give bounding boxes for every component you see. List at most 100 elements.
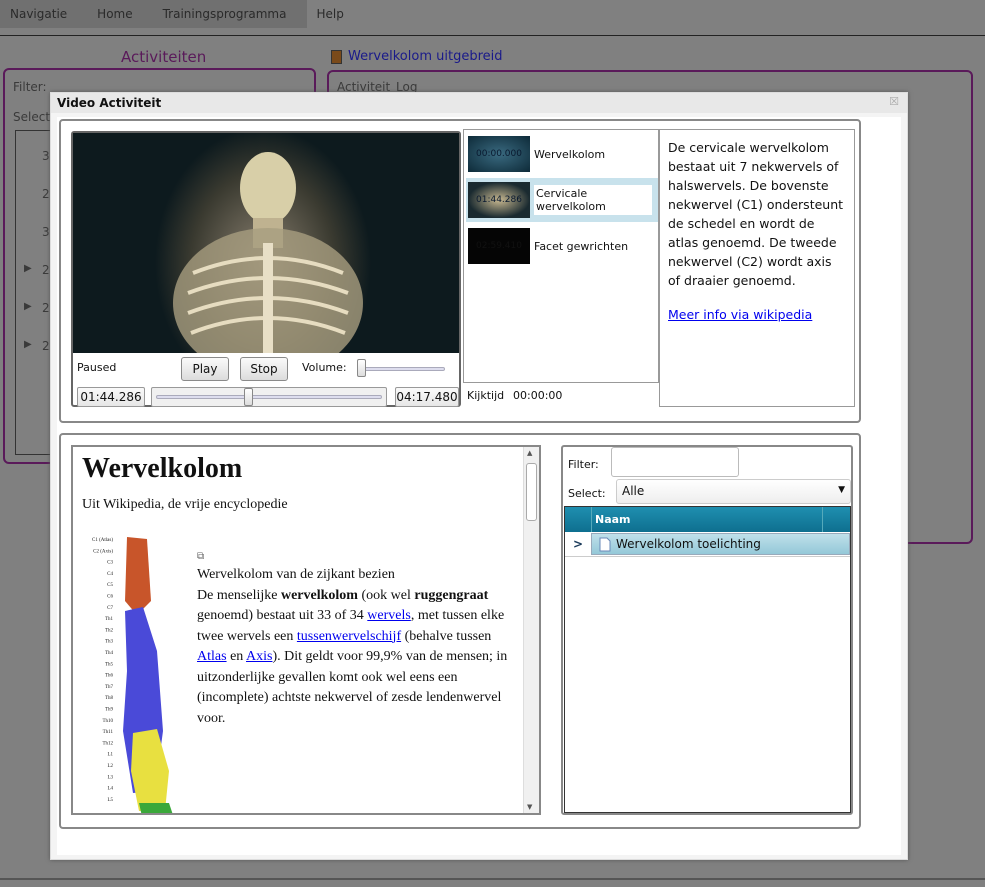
- stop-button[interactable]: Stop: [240, 357, 288, 381]
- document-icon: [599, 537, 611, 551]
- volume-slider[interactable]: [357, 367, 445, 371]
- position-display: 01:44.286: [77, 387, 145, 407]
- video-player: Paused Play Stop Volume: 01:44.286 04:17…: [71, 131, 461, 407]
- wiki-scrollbar[interactable]: ▲ ▼: [523, 447, 539, 813]
- document-name: Wervelkolom toelichting: [616, 537, 761, 551]
- info-panel: Wervelkolom Uit Wikipedia, de vrije ency…: [59, 433, 861, 829]
- docs-filter-input[interactable]: [611, 447, 739, 477]
- spine-label: Th5: [105, 662, 114, 667]
- spine-label: Th6: [105, 674, 114, 679]
- select-value: Alle: [622, 484, 645, 498]
- scroll-up-icon[interactable]: ▲: [527, 449, 532, 457]
- film-icon: [331, 50, 342, 64]
- chapter-label: Facet gewrichten: [534, 239, 629, 253]
- description-box: De cervicale wervelkolom bestaat uit 7 n…: [659, 129, 855, 407]
- spine-label: C7: [107, 606, 113, 611]
- spine-label: Th11: [103, 730, 114, 735]
- table-row[interactable]: > Wervelkolom toelichting: [565, 532, 850, 557]
- activities-title: Activiteiten: [121, 48, 207, 66]
- wikipedia-link[interactable]: Meer info via wikipedia: [668, 305, 846, 324]
- spine-label: L2: [107, 764, 113, 769]
- spine-label: C2 (Axis): [93, 549, 113, 554]
- scrollbar-thumb[interactable]: [526, 463, 537, 521]
- chapter-list: 00:00.000 Wervelkolom 01:44.286 Cervical…: [463, 129, 659, 383]
- column-naam[interactable]: Naam: [591, 507, 823, 532]
- spine-label: L5: [107, 798, 113, 803]
- spine-label: Th9: [105, 708, 114, 713]
- watch-time-value: 00:00:00: [513, 389, 563, 402]
- menu-help[interactable]: Help: [306, 7, 353, 21]
- video-panel: Paused Play Stop Volume: 01:44.286 04:17…: [59, 119, 861, 423]
- player-status: Paused: [77, 361, 117, 374]
- expand-icon[interactable]: ▶: [24, 263, 32, 274]
- spine-label: C1 (Atlas): [92, 538, 113, 543]
- image-caption: Wervelkolom van de zijkant bezien: [197, 567, 395, 582]
- scroll-down-icon[interactable]: ▼: [527, 803, 532, 811]
- spine-label: Th2: [105, 628, 114, 633]
- docs-filter-label: Filter:: [568, 458, 599, 471]
- divider: [0, 878, 985, 880]
- video-activity-dialog: Video Activiteit ☒ Paused Play Stop Volu…: [50, 92, 908, 860]
- chapter-label: Wervelkolom: [534, 147, 606, 161]
- expand-icon[interactable]: ▶: [24, 339, 32, 350]
- filter-label: Filter:: [13, 80, 47, 94]
- expand-icon[interactable]: ▶: [24, 301, 32, 312]
- spine-image: C1 (Atlas) C2 (Axis) C3 C4 C5 C6 C7 Th1 Th2 Th3 Th…: [92, 537, 173, 813]
- seek-bar[interactable]: [151, 387, 387, 407]
- link-atlas[interactable]: Atlas: [197, 649, 227, 664]
- dialog-title: Video Activiteit: [51, 93, 907, 113]
- wiki-title: Wervelkolom: [82, 453, 243, 484]
- spine-label: L3: [107, 775, 113, 780]
- spine-label: C4: [107, 572, 113, 577]
- spine-label: L1: [107, 753, 113, 758]
- enlarge-icon[interactable]: ⧉: [197, 551, 204, 562]
- chapter-item-selected[interactable]: 01:44.286 Cervicale wervelkolom: [466, 178, 658, 222]
- chapter-thumbnail: 01:44.286: [468, 182, 530, 218]
- volume-slider-thumb[interactable]: [357, 359, 366, 377]
- docs-select-label: Select:: [568, 487, 606, 500]
- skeleton-video-frame: [173, 152, 363, 353]
- chapter-item[interactable]: 00:00.000 Wervelkolom: [466, 132, 658, 176]
- spine-label: C5: [107, 583, 113, 588]
- link-axis[interactable]: Axis: [246, 649, 272, 664]
- chevron-down-icon: ▼: [838, 485, 845, 495]
- wiki-text: Wervelkolom van de zijkant bezien De men…: [197, 565, 517, 729]
- row-indicator-icon: >: [573, 537, 584, 551]
- chapter-label: Cervicale wervelkolom: [534, 185, 652, 215]
- link-tussenwervelschijf[interactable]: tussenwervelschijf: [297, 629, 401, 644]
- link-wervels[interactable]: wervels: [367, 608, 411, 623]
- documents-panel: Filter: Select: Alle ▼ Naam > Wervelkolo…: [561, 445, 853, 815]
- docs-select[interactable]: Alle ▼: [616, 479, 851, 504]
- dialog-body: Paused Play Stop Volume: 01:44.286 04:17…: [57, 117, 901, 855]
- menu-navigatie[interactable]: Navigatie: [0, 7, 77, 21]
- seek-thumb[interactable]: [243, 388, 253, 406]
- spine-label: C6: [107, 595, 113, 600]
- spine-label: Th3: [105, 640, 114, 645]
- duration-display: 04:17.480: [395, 387, 459, 407]
- bg: [0, 36, 985, 37]
- select-label: Select:: [13, 110, 55, 124]
- menu-home[interactable]: Home: [87, 7, 142, 21]
- spine-label: Th7: [105, 685, 114, 690]
- volume-label: Volume:: [302, 361, 347, 374]
- spine-label: Th10: [102, 719, 113, 724]
- spine-label: L4: [107, 787, 113, 792]
- chapter-thumbnail: 00:00.000: [468, 136, 530, 172]
- spine-label: Th12: [102, 741, 113, 746]
- close-icon[interactable]: ☒: [889, 95, 899, 108]
- menu-trainingsprogramma[interactable]: Trainingsprogramma: [153, 7, 297, 21]
- docs-grid: Naam > Wervelkolom toelichting: [564, 506, 851, 813]
- wiki-browser: Wervelkolom Uit Wikipedia, de vrije ency…: [71, 445, 541, 815]
- grid-header: Naam: [565, 507, 850, 532]
- wiki-subtitle: Uit Wikipedia, de vrije encyclopedie: [82, 497, 288, 512]
- activity-title: Wervelkolom uitgebreid: [348, 49, 503, 64]
- video-screen[interactable]: [73, 133, 459, 353]
- spine-label: Th8: [105, 696, 114, 701]
- chapter-item[interactable]: 02:59.410 Facet gewrichten: [466, 224, 658, 268]
- spine-label: C3: [107, 561, 113, 566]
- watch-time-label: Kijktijd: [467, 389, 505, 402]
- spine-label: Th1: [105, 617, 114, 622]
- play-button[interactable]: Play: [181, 357, 229, 381]
- description-text: De cervicale wervelkolom bestaat uit 7 n…: [668, 140, 844, 288]
- chapter-thumbnail: 02:59.410: [468, 228, 530, 264]
